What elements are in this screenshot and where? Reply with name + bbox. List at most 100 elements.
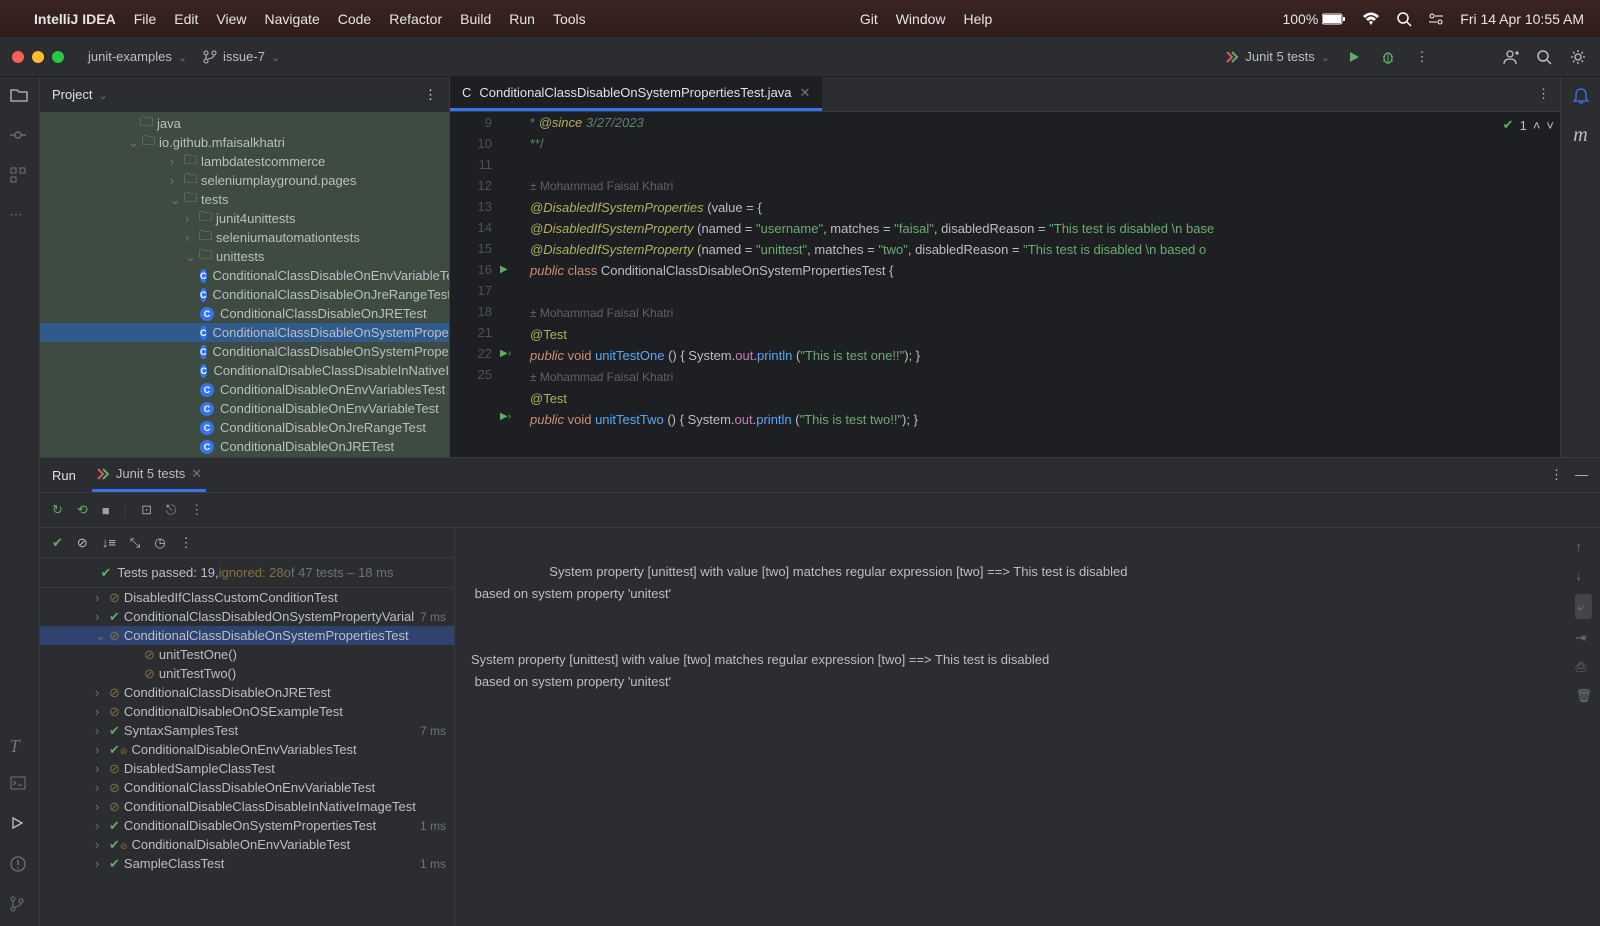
print-button[interactable]: ⎙ [1575,656,1592,677]
battery-status[interactable]: 100% [1282,11,1346,27]
close-run-tab[interactable]: ✕ [191,466,202,482]
test-row[interactable]: ⊘unitTestTwo() [40,664,454,683]
history-button[interactable]: ◷ [154,535,165,551]
git-branch-selector[interactable]: issue-7 [203,49,280,64]
menu-help[interactable]: Help [964,11,993,27]
test-row[interactable]: ✔⊘ConditionalDisableOnEnvVariablesTest [40,740,454,759]
project-selector[interactable]: junit-examples [88,49,187,64]
problems-tool-button[interactable] [10,856,30,876]
test-row[interactable]: ⊘ConditionalClassDisableOnSystemProperti… [40,626,454,645]
datetime[interactable]: Fri 14 Apr 10:55 AM [1460,11,1584,27]
editor-more-button[interactable]: ⋮ [1537,86,1550,102]
maximize-window-button[interactable] [52,51,64,63]
scroll-to-end-button[interactable]: ⇥ [1575,627,1592,648]
test-row[interactable]: ✔SyntaxSamplesTest7 ms [40,721,454,740]
sort-button[interactable]: ↓≡ [102,535,116,550]
wifi-icon[interactable] [1362,12,1380,26]
git-tool-button[interactable] [10,896,30,916]
settings-button[interactable] [1568,47,1588,67]
run-panel-more[interactable]: ⋮ [1550,467,1563,483]
run-gutter-icon[interactable]: ▶ [500,259,524,280]
project-panel-title[interactable]: Project [52,87,92,102]
dump-threads-button[interactable]: ⊡ [141,502,152,518]
maven-button[interactable]: m [1573,124,1587,147]
menu-tools[interactable]: Tools [553,11,586,27]
editor-tab-active[interactable]: C ConditionalClassDisableOnSystemPropert… [450,77,822,111]
run-panel-minimize[interactable]: — [1575,467,1588,483]
inspection-widget[interactable]: ✔ 1 ˄ ˅ [1503,117,1554,133]
menu-edit[interactable]: Edit [174,11,198,27]
code-area[interactable]: 91011 12131415 161718 212225 ▶ ▶› ▶› [450,112,1560,457]
soft-wrap-button[interactable]: ⤶ [1575,594,1592,619]
scroll-down-button[interactable]: ↓ [1575,565,1592,586]
structure-tool-button[interactable] [10,167,30,187]
show-passed-toggle[interactable]: ✔ [52,535,63,551]
app-name[interactable]: IntelliJ IDEA [34,11,116,27]
rerun-failed-button[interactable]: ⟲ [77,502,88,518]
run-gutter-icon[interactable]: ▶› [500,406,524,427]
test-row[interactable]: ⊘DisabledIfClassCustomConditionTest [40,588,454,607]
menu-view[interactable]: View [216,11,246,27]
show-ignored-toggle[interactable]: ⊘ [77,535,88,551]
terminal-tool-button[interactable] [10,776,30,796]
run-tab-active[interactable]: Junit 5 tests ✕ [92,458,206,492]
clear-button[interactable]: 🗑 [1575,685,1592,706]
scroll-up-button[interactable]: ↑ [1575,536,1592,557]
next-highlight-button[interactable]: ˅ [1546,118,1554,133]
menu-refactor[interactable]: Refactor [389,11,442,27]
run-button[interactable] [1344,47,1364,67]
menu-run[interactable]: Run [509,11,535,27]
menu-code[interactable]: Code [338,11,371,27]
test-row[interactable]: ⊘unitTestOne() [40,645,454,664]
debug-button[interactable] [1378,47,1398,67]
run-gutter-icon[interactable]: ▶› [500,343,524,364]
close-tab-button[interactable]: ✕ [800,85,811,101]
test-row[interactable]: ⊘DisabledSampleClassTest [40,759,454,778]
search-everywhere-button[interactable] [1534,47,1554,67]
control-center-icon[interactable] [1428,12,1444,26]
project-tool-button[interactable] [10,87,30,107]
test-output-console[interactable]: System property [unittest] with value [t… [455,528,1600,926]
right-tool-stripe: m [1560,77,1600,457]
project-tool-window: Project ⋮ 🗀java 🗀io.github.mfaisalkhatri… [40,77,450,457]
branch-icon [203,50,217,64]
close-window-button[interactable] [12,51,24,63]
check-icon: ✔ [101,565,112,581]
notifications-button[interactable] [1572,87,1590,108]
menu-file[interactable]: File [134,11,157,27]
terminal-tool-t-button[interactable]: T [10,736,30,756]
more-actions-button[interactable]: ⋮ [1412,47,1432,67]
test-row[interactable]: ✔ConditionalDisableOnSystemPropertiesTes… [40,816,454,835]
test-row[interactable]: ✔⊘ConditionalDisableOnEnvVariableTest [40,835,454,854]
test-row[interactable]: ⊘ConditionalDisableClassDisableInNativeI… [40,797,454,816]
run-tab-label[interactable]: Run [52,468,76,483]
commit-tool-button[interactable] [10,127,30,147]
rerun-button[interactable]: ↻ [52,502,63,518]
run-configuration-selector[interactable]: Junit 5 tests [1225,49,1330,64]
menu-git[interactable]: Git [860,11,878,27]
menu-window[interactable]: Window [896,11,946,27]
run-tool-button[interactable] [10,816,30,836]
project-panel-more[interactable]: ⋮ [424,87,437,103]
test-status-bar: ✔ Tests passed: 19, ignored: 28 of 47 te… [40,558,454,588]
project-tree[interactable]: 🗀java 🗀io.github.mfaisalkhatri 🗀lambdate… [40,112,449,457]
project-view-chevron[interactable] [98,87,107,102]
test-row[interactable]: ✔SampleClassTest1 ms [40,854,454,873]
test-row[interactable]: ⊘ConditionalClassDisableOnJRETest [40,683,454,702]
exit-button[interactable]: ⎋ [166,502,176,518]
test-toolbar-more[interactable]: ⋮ [190,502,203,518]
prev-highlight-button[interactable]: ˄ [1533,118,1541,133]
code-with-me-button[interactable] [1500,47,1520,67]
test-row[interactable]: ⊘ConditionalDisableOnOSExampleTest [40,702,454,721]
menu-navigate[interactable]: Navigate [264,11,319,27]
spotlight-icon[interactable] [1396,11,1412,27]
editor-tab-label: ConditionalClassDisableOnSystemPropertie… [479,85,791,100]
minimize-window-button[interactable] [32,51,44,63]
test-row[interactable]: ✔ConditionalClassDisabledOnSystemPropert… [40,607,454,626]
test-row[interactable]: ⊘ConditionalClassDisableOnEnvVariableTes… [40,778,454,797]
more-tool-button[interactable]: ⋯ [10,207,30,227]
test-tree-more[interactable]: ⋮ [180,535,193,551]
menu-build[interactable]: Build [460,11,491,27]
stop-button[interactable]: ■ [102,503,110,518]
expand-button[interactable]: ⤡ [130,535,140,551]
